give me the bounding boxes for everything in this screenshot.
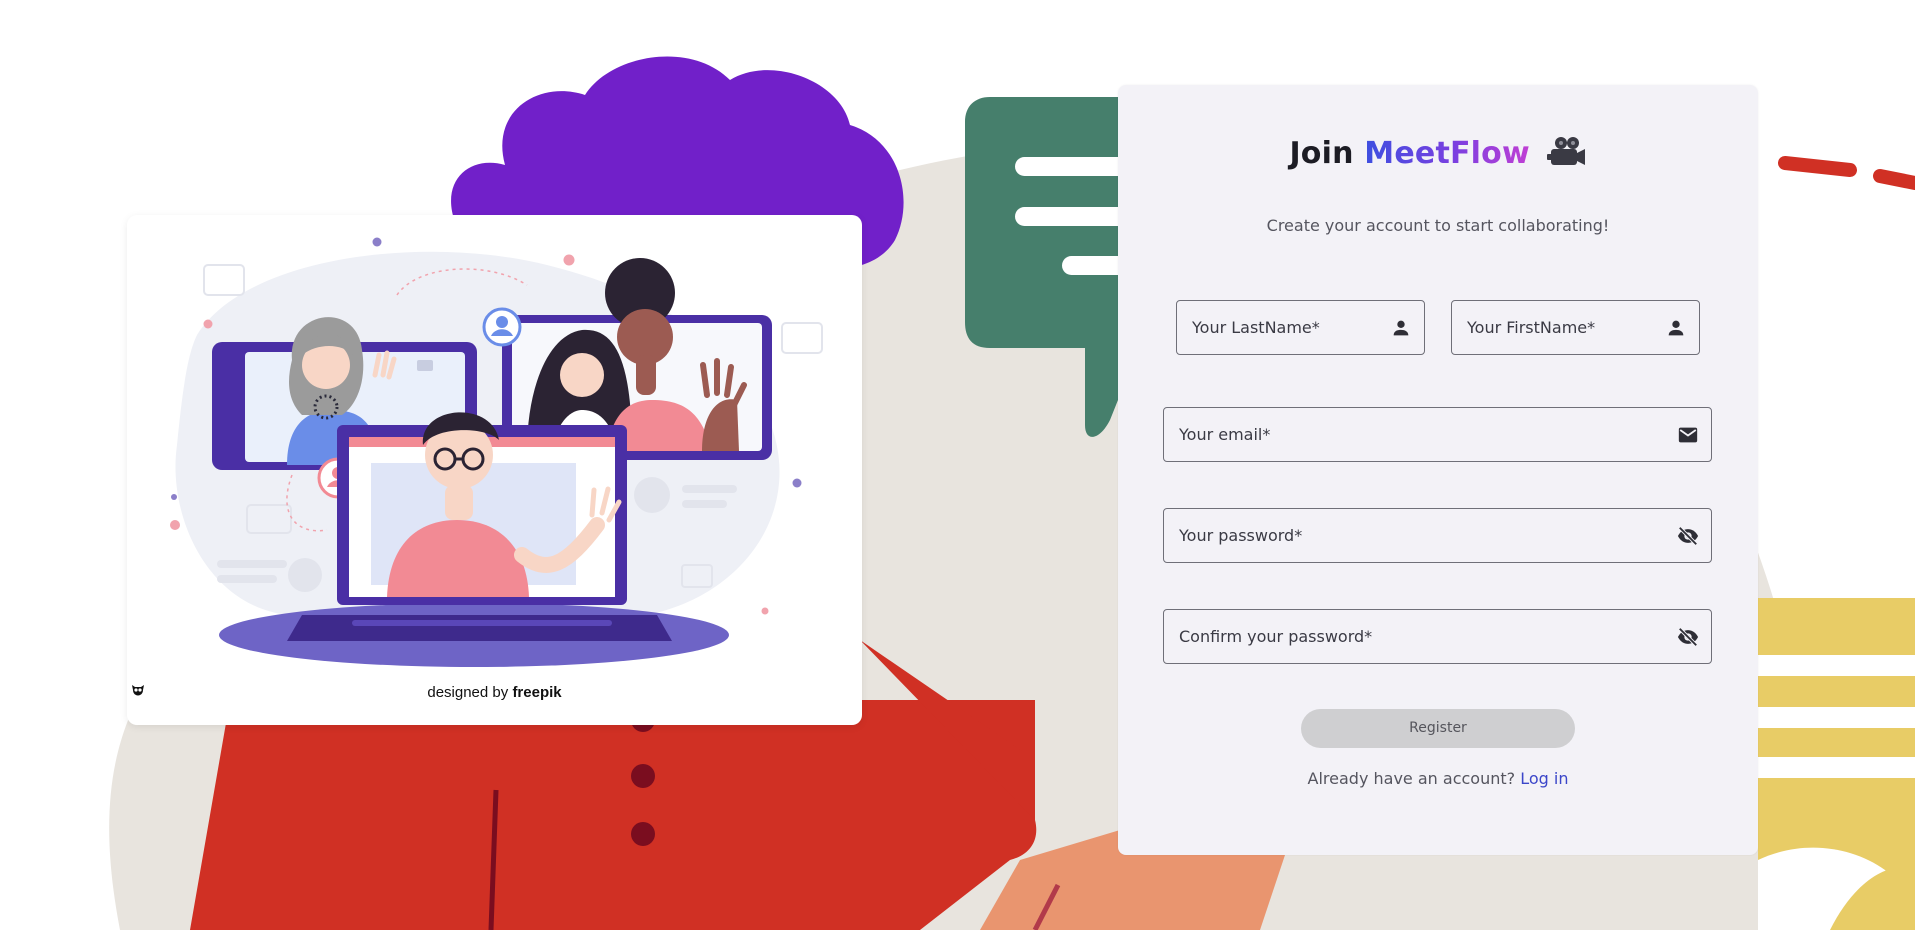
firstname-field[interactable]: Your FirstName* — [1451, 300, 1700, 355]
eye-off-icon[interactable] — [1677, 525, 1699, 547]
register-panel: Join MeetFlow Create your account to sta… — [1118, 85, 1758, 855]
register-page: designed by freepik Join MeetFlow Create — [0, 0, 1915, 930]
lastname-placeholder: Your LastName* — [1192, 318, 1320, 337]
subtitle: Create your account to start collaborati… — [1266, 216, 1610, 235]
person-icon — [1393, 320, 1409, 336]
illustration-credit: designed by freepik — [127, 684, 862, 701]
email-field[interactable]: Your email* — [1163, 407, 1712, 462]
login-link[interactable]: Log in — [1520, 769, 1568, 788]
page-title: Join MeetFlow — [1118, 135, 1758, 171]
title-brand: MeetFlow — [1364, 136, 1530, 171]
video-call-illustration — [170, 237, 823, 667]
title-prefix: Join — [1289, 136, 1365, 171]
firstname-placeholder: Your FirstName* — [1467, 318, 1596, 337]
password-placeholder: Your password* — [1179, 526, 1303, 545]
credit-brand: freepik — [512, 684, 562, 701]
confirm-password-placeholder: Confirm your password* — [1179, 627, 1373, 646]
person-icon — [1668, 320, 1684, 336]
register-button[interactable]: Register — [1301, 709, 1575, 748]
freepik-logo-icon — [132, 685, 144, 696]
lastname-field[interactable]: Your LastName* — [1176, 300, 1425, 355]
email-placeholder: Your email* — [1179, 425, 1271, 444]
envelope-icon — [1678, 427, 1698, 443]
confirm-password-field[interactable]: Confirm your password* — [1163, 609, 1712, 664]
password-field[interactable]: Your password* — [1163, 508, 1712, 563]
eye-off-icon[interactable] — [1677, 626, 1699, 648]
login-prompt-line: Already have an account? Log in — [1118, 769, 1758, 788]
movie-camera-icon — [1546, 137, 1585, 165]
login-prompt: Already have an account? — [1307, 769, 1516, 788]
illustration-card: designed by freepik — [127, 215, 862, 725]
credit-prefix: designed by — [427, 684, 509, 701]
